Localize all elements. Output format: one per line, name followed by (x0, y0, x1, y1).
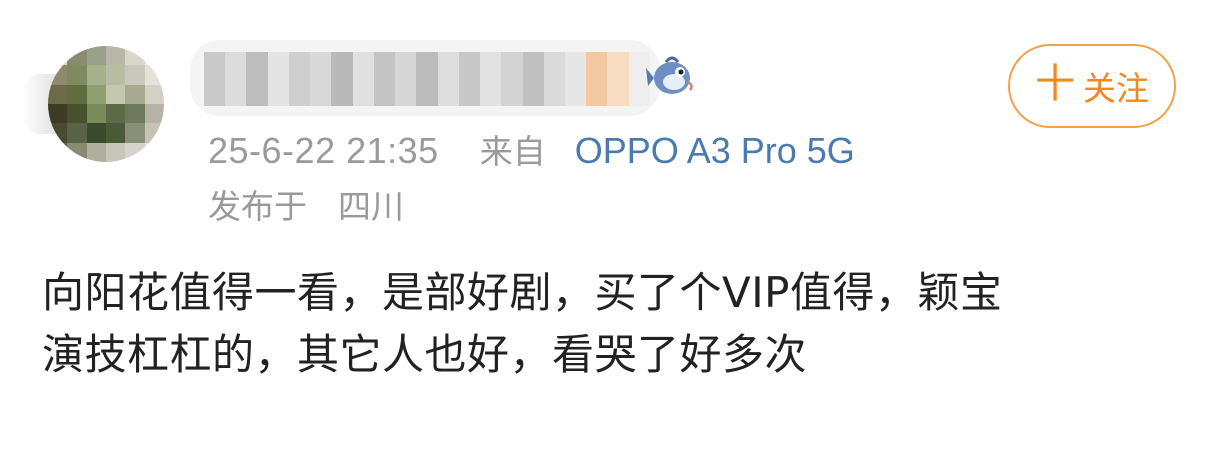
post-location: 发布于 四川 (208, 184, 404, 230)
source-prefix: 来自 (479, 132, 546, 171)
post-meta: 25-6-22 21:35 来自 OPPO A3 Pro 5G (208, 128, 855, 175)
location-label: 发布于 (208, 187, 307, 226)
post-body-line: 向阳花值得一看，是部好剧，买了个VIP值得，颖宝 (42, 268, 1003, 317)
post-timestamp: 25-6-22 21:35 (208, 130, 439, 171)
location-value: 四川 (338, 187, 404, 226)
plus-icon: 十 (1035, 61, 1075, 107)
post-card: 十 关注 25-6-22 21:35 来自 OPPO A3 Pro 5G 发布于… (0, 0, 1214, 458)
post-body-line: 演技杠杠的，其它人也好，看哭了好多次 (42, 330, 808, 379)
avatar[interactable] (48, 46, 164, 162)
source-device-link[interactable]: OPPO A3 Pro 5G (575, 130, 855, 171)
post-body: 向阳花值得一看，是部好剧，买了个VIP值得，颖宝 演技杠杠的，其它人也好，看哭了… (42, 262, 1182, 386)
follow-button[interactable]: 十 关注 (1008, 44, 1176, 128)
follow-button-label: 关注 (1083, 69, 1149, 108)
username-redacted[interactable] (204, 52, 650, 106)
fish-mascot-icon (646, 56, 693, 94)
